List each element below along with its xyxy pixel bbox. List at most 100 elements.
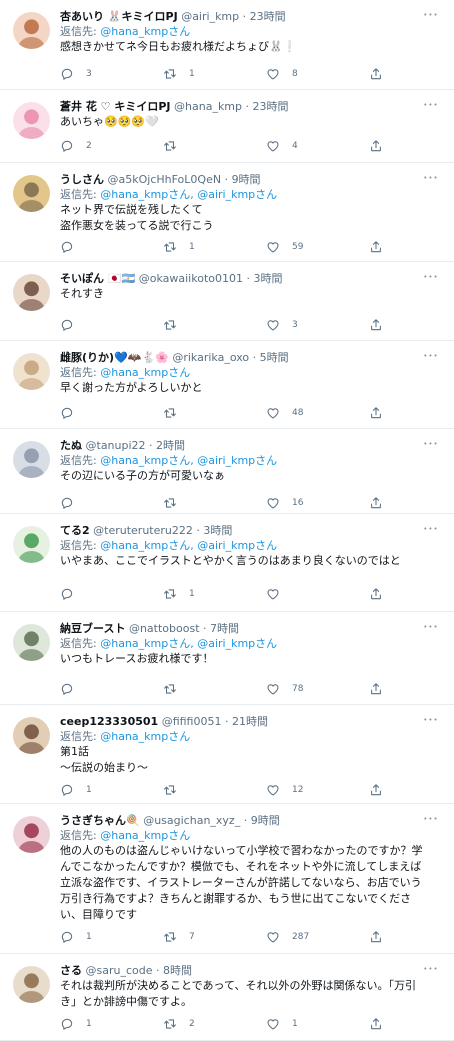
reply-button[interactable]: [60, 496, 163, 510]
user-handle[interactable]: @airi_kmp: [181, 10, 239, 23]
user-handle[interactable]: @usagichan_xyz_: [143, 814, 240, 827]
tweet[interactable]: ••• 蒼井 花 ♡ キミイロPJ @hana_kmp · 23時間 あいちゃ🥺🥺🥺…: [0, 90, 454, 163]
share-button[interactable]: [369, 587, 383, 601]
display-name[interactable]: 雌豚(りか)💙🦇🐇🌸: [60, 351, 169, 364]
reply-button[interactable]: [60, 318, 163, 332]
user-handle[interactable]: @nattoboost: [129, 622, 200, 635]
timestamp[interactable]: 5時間: [260, 351, 289, 364]
tweet[interactable]: ••• たぬ @tanupi22 · 2時間 返信先: @hana_kmpさん, @…: [0, 429, 454, 514]
tweet[interactable]: ••• うさぎちゃん🍭 @usagichan_xyz_ · 9時間 返信先: @ha…: [0, 804, 454, 954]
mention-link[interactable]: @hana_kmpさん,: [100, 539, 194, 552]
like-button[interactable]: 4: [266, 139, 369, 153]
like-button[interactable]: 8: [266, 67, 369, 81]
display-name[interactable]: 杏あいり 🐰キミイロPJ: [60, 10, 178, 23]
reply-button[interactable]: [60, 587, 163, 601]
mention-link[interactable]: @hana_kmpさん: [100, 730, 190, 743]
retweet-button[interactable]: 1: [163, 587, 266, 601]
user-handle[interactable]: @fififi0051: [162, 715, 222, 728]
avatar[interactable]: [13, 441, 50, 478]
reply-button[interactable]: [60, 240, 163, 254]
tweet[interactable]: ••• さる @saru_code · 8時間 それは裁判所が決めることであって、そ…: [0, 954, 454, 1041]
tweet[interactable]: ••• ceep123330501 @fififi0051 · 21時間 返信先: …: [0, 705, 454, 804]
retweet-button[interactable]: 1: [163, 240, 266, 254]
retweet-button[interactable]: 1: [163, 67, 266, 81]
avatar[interactable]: [13, 12, 50, 49]
retweet-button[interactable]: [163, 496, 266, 510]
reply-button[interactable]: 1: [60, 1017, 163, 1031]
retweet-button[interactable]: [163, 783, 266, 797]
display-name[interactable]: さる: [60, 964, 82, 977]
timestamp[interactable]: 21時間: [232, 715, 268, 728]
share-button[interactable]: [369, 318, 383, 332]
mention-link[interactable]: @hana_kmpさん,: [100, 454, 194, 467]
share-button[interactable]: [369, 682, 383, 696]
display-name[interactable]: ceep123330501: [60, 715, 158, 728]
mention-link[interactable]: @hana_kmpさん,: [100, 188, 194, 201]
display-name[interactable]: たぬ: [60, 439, 82, 452]
retweet-button[interactable]: [163, 406, 266, 420]
avatar[interactable]: [13, 175, 50, 212]
mention-link[interactable]: @hana_kmpさん: [100, 829, 190, 842]
reply-button[interactable]: 1: [60, 783, 163, 797]
like-button[interactable]: 48: [266, 406, 369, 420]
display-name[interactable]: 納豆ブースト: [60, 622, 125, 635]
like-button[interactable]: [266, 587, 369, 601]
user-handle[interactable]: @okawaiikoto0101: [139, 272, 243, 285]
mention-link[interactable]: @airi_kmpさん: [197, 637, 277, 650]
display-name[interactable]: うしさん: [60, 173, 104, 186]
avatar[interactable]: [13, 966, 50, 1003]
like-button[interactable]: 12: [266, 783, 369, 797]
share-button[interactable]: [369, 139, 383, 153]
tweet[interactable]: ••• てる2 @teruteruteru222 · 3時間 返信先: @hana_…: [0, 514, 454, 612]
timestamp[interactable]: 9時間: [251, 814, 280, 827]
avatar[interactable]: [13, 816, 50, 853]
user-handle[interactable]: @teruteruteru222: [93, 524, 193, 537]
display-name[interactable]: そいぽん 🇯🇵🇦🇷: [60, 272, 135, 285]
timestamp[interactable]: 3時間: [203, 524, 232, 537]
like-button[interactable]: 3: [266, 318, 369, 332]
timestamp[interactable]: 23時間: [250, 10, 286, 23]
mention-link[interactable]: @hana_kmpさん,: [100, 637, 194, 650]
tweet[interactable]: ••• 納豆ブースト @nattoboost · 7時間 返信先: @hana_km…: [0, 612, 454, 705]
reply-button[interactable]: 1: [60, 930, 163, 944]
timestamp[interactable]: 2時間: [156, 439, 185, 452]
share-button[interactable]: [369, 406, 383, 420]
like-button[interactable]: 59: [266, 240, 369, 254]
user-handle[interactable]: @hana_kmp: [174, 100, 242, 113]
user-handle[interactable]: @saru_code: [86, 964, 153, 977]
display-name[interactable]: てる2: [60, 524, 90, 537]
timestamp[interactable]: 7時間: [210, 622, 239, 635]
timestamp[interactable]: 8時間: [163, 964, 192, 977]
mention-link[interactable]: @airi_kmpさん: [197, 454, 277, 467]
user-handle[interactable]: @rikarika_oxo: [172, 351, 249, 364]
tweet[interactable]: ••• うしさん @a5kOjcHhFoL0QeN · 9時間 返信先: @hana…: [0, 163, 454, 262]
timestamp[interactable]: 3時間: [253, 272, 282, 285]
share-button[interactable]: [369, 1017, 383, 1031]
retweet-button[interactable]: [163, 682, 266, 696]
mention-link[interactable]: @airi_kmpさん: [197, 188, 277, 201]
reply-button[interactable]: 3: [60, 67, 163, 81]
mention-link[interactable]: @hana_kmpさん: [100, 366, 190, 379]
like-button[interactable]: 78: [266, 682, 369, 696]
mention-link[interactable]: @airi_kmpさん: [197, 539, 277, 552]
reply-button[interactable]: 2: [60, 139, 163, 153]
tweet[interactable]: ••• 杏あいり 🐰キミイロPJ @airi_kmp · 23時間 返信先: @ha…: [0, 0, 454, 90]
avatar[interactable]: [13, 526, 50, 563]
share-button[interactable]: [369, 67, 383, 81]
like-button[interactable]: 287: [266, 930, 369, 944]
tweet[interactable]: ••• 雌豚(りか)💙🦇🐇🌸 @rikarika_oxo · 5時間 返信先: @h…: [0, 341, 454, 429]
mention-link[interactable]: @hana_kmpさん: [100, 25, 190, 38]
reply-button[interactable]: [60, 406, 163, 420]
retweet-button[interactable]: 7: [163, 930, 266, 944]
avatar[interactable]: [13, 102, 50, 139]
display-name[interactable]: うさぎちゃん🍭: [60, 814, 140, 827]
timestamp[interactable]: 9時間: [232, 173, 261, 186]
tweet[interactable]: ••• そいぽん 🇯🇵🇦🇷 @okawaiikoto0101 · 3時間 それすき 3: [0, 262, 454, 341]
share-button[interactable]: [369, 783, 383, 797]
timestamp[interactable]: 23時間: [253, 100, 289, 113]
retweet-button[interactable]: [163, 139, 266, 153]
avatar[interactable]: [13, 624, 50, 661]
retweet-button[interactable]: 2: [163, 1017, 266, 1031]
avatar[interactable]: [13, 353, 50, 390]
user-handle[interactable]: @a5kOjcHhFoL0QeN: [108, 173, 222, 186]
